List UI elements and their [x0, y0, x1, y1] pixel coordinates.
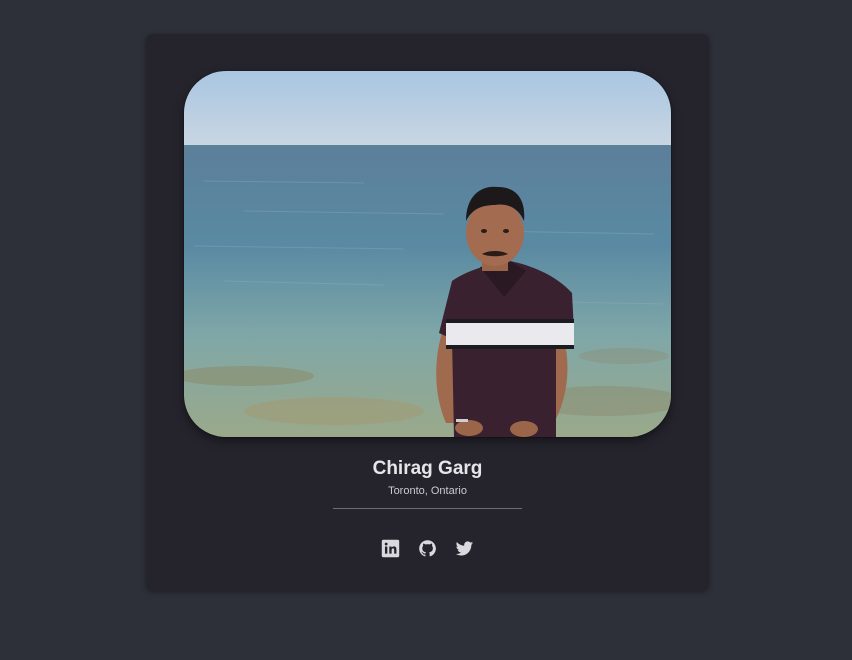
profile-location: Toronto, Ontario	[388, 485, 467, 497]
github-link[interactable]	[418, 539, 437, 558]
profile-name: Chirag Garg	[372, 458, 483, 479]
social-links	[146, 539, 709, 558]
github-icon	[419, 540, 436, 557]
linkedin-icon	[381, 539, 400, 558]
divider	[333, 508, 522, 509]
twitter-link[interactable]	[455, 539, 474, 558]
profile-photo	[184, 71, 671, 437]
linkedin-link[interactable]	[381, 539, 400, 558]
twitter-icon	[455, 541, 474, 556]
profile-card: Chirag Garg Toronto, Ontario	[146, 34, 709, 590]
